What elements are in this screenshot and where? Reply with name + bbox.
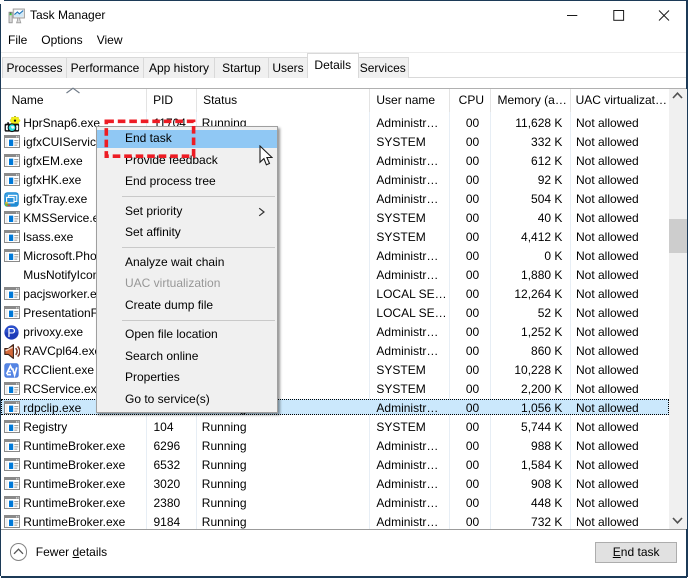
svg-text:P: P [7,326,15,340]
